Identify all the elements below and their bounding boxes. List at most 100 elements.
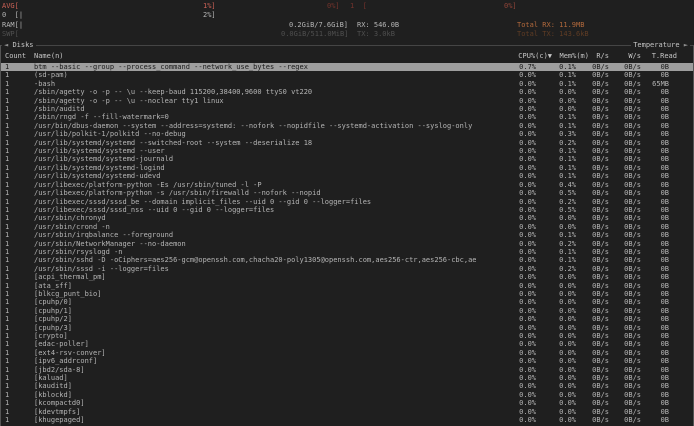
process-row[interactable]: 1/usr/lib/systemd/systemd --user0.0%0.1%… (1, 147, 693, 155)
process-row[interactable]: 1/usr/sbin/NetworkManager --no-daemon0.0… (1, 240, 693, 248)
process-mem: 0.1% (536, 71, 576, 79)
process-count: 1 (3, 231, 34, 239)
process-row[interactable]: 1/usr/bin/dbus-daemon --system --address… (1, 122, 693, 130)
process-row[interactable]: 1[khugepaged]0.0%0.0%0B/s0B/s0B (1, 416, 693, 424)
process-row[interactable]: 1/usr/libexec/platform-python -Es /usr/s… (1, 181, 693, 189)
process-row[interactable]: 1/sbin/agetty -o -p -- \u --noclear tty1… (1, 97, 693, 105)
process-row[interactable]: 1/sbin/agetty -o -p -- \u --keep-baud 11… (1, 88, 693, 96)
process-count: 1 (3, 198, 34, 206)
carousel-prev-disks[interactable]: ◄ Disks (2, 41, 36, 50)
process-row[interactable]: 1(sd-pam)0.0%0.1%0B/s0B/s0B (1, 71, 693, 79)
column-header-write-rate[interactable]: W/s (609, 52, 641, 61)
process-row[interactable]: 1[cpuhp/3]0.0%0.0%0B/s0B/s0B (1, 324, 693, 332)
process-row[interactable]: 1[cpuhp/1]0.0%0.0%0B/s0B/s0B (1, 307, 693, 315)
process-total-read: 0B (641, 147, 669, 155)
process-read-rate: 0B/s (576, 240, 609, 248)
process-row[interactable]: 1[cpuhp/0]0.0%0.0%0B/s0B/s0B (1, 298, 693, 306)
process-cpu: 0.0% (476, 357, 536, 365)
network-total-tx: Total TX: 143.6kB (517, 30, 589, 38)
column-header-total-read[interactable]: T.Read (641, 52, 677, 61)
process-cpu: 0.0% (476, 105, 536, 113)
process-name: -bash (34, 80, 476, 88)
process-row[interactable]: 1[kcompactd0]0.0%0.0%0B/s0B/s0B (1, 399, 693, 407)
process-mem: 0.0% (536, 332, 576, 340)
process-name: [ipv6_addrconf] (34, 357, 476, 365)
process-row[interactable]: 1[ipv6_addrconf]0.0%0.0%0B/s0B/s0B (1, 357, 693, 365)
process-name: /usr/sbin/sshd -D -oCiphers=aes256-gcm@o… (34, 256, 476, 264)
process-row[interactable]: 1[kaluad]0.0%0.0%0B/s0B/s0B (1, 374, 693, 382)
process-cpu: 0.0% (476, 315, 536, 323)
process-name: [kdevtmpfs] (34, 408, 476, 416)
process-count: 1 (3, 97, 34, 105)
process-row[interactable]: 1/usr/sbin/irqbalance --foreground0.0%0.… (1, 231, 693, 239)
process-read-rate: 0B/s (576, 340, 609, 348)
process-row[interactable]: 1/usr/lib/systemd/systemd-udevd0.0%0.1%0… (1, 172, 693, 180)
process-mem: 0.0% (536, 399, 576, 407)
process-row[interactable]: 1/sbin/rngd -f --fill-watermark=00.0%0.1… (1, 113, 693, 121)
process-row[interactable]: 1/usr/libexec/sssd/sssd_nss --uid 0 --gi… (1, 206, 693, 214)
process-write-rate: 0B/s (609, 416, 641, 424)
process-row[interactable]: 1btm --basic --group --process_command -… (1, 63, 693, 71)
process-row[interactable]: 1[kdevtmpfs]0.0%0.0%0B/s0B/s0B (1, 408, 693, 416)
process-total-read: 0B (641, 206, 669, 214)
process-row[interactable]: 1/usr/sbin/sshd -D -oCiphers=aes256-gcm@… (1, 256, 693, 264)
process-read-rate: 0B/s (576, 63, 609, 71)
process-row[interactable]: 1[kblockd]0.0%0.0%0B/s0B/s0B (1, 391, 693, 399)
process-total-read: 0B (641, 164, 669, 172)
process-name: [blkcg_punt_bio] (34, 290, 476, 298)
process-row[interactable]: 1/usr/sbin/chronyd0.0%0.0%0B/s0B/s0B (1, 214, 693, 222)
process-total-read: 0B (641, 265, 669, 273)
process-row[interactable]: 1[kauditd]0.0%0.0%0B/s0B/s0B (1, 382, 693, 390)
process-name: /usr/lib/systemd/systemd --user (34, 147, 476, 155)
process-row[interactable]: 1/usr/lib/systemd/systemd-journald0.0%0.… (1, 155, 693, 163)
process-row[interactable]: 1[cpuhp/2]0.0%0.0%0B/s0B/s0B (1, 315, 693, 323)
process-mem: 0.1% (536, 248, 576, 256)
column-header-read-rate[interactable]: R/s (576, 52, 609, 61)
process-read-rate: 0B/s (576, 223, 609, 231)
process-write-rate: 0B/s (609, 147, 641, 155)
process-row[interactable]: 1/sbin/auditd0.0%0.0%0B/s0B/s0B (1, 105, 693, 113)
column-header-count[interactable]: Count (3, 52, 34, 61)
process-row[interactable]: 1/usr/sbin/sssd -i --logger=files0.0%0.2… (1, 265, 693, 273)
process-row[interactable]: 1[crypto]0.0%0.0%0B/s0B/s0B (1, 332, 693, 340)
process-row[interactable]: 1[ext4-rsv-conver]0.0%0.0%0B/s0B/s0B (1, 349, 693, 357)
process-mem: 0.0% (536, 290, 576, 298)
process-row[interactable]: 1/usr/libexec/sssd/sssd_be --domain impl… (1, 198, 693, 206)
process-row[interactable]: 1/usr/lib/systemd/systemd --switched-roo… (1, 139, 693, 147)
process-row[interactable]: 1/usr/lib/polkit-1/polkitd --no-debug0.0… (1, 130, 693, 138)
process-count: 1 (3, 214, 34, 222)
process-row[interactable]: 1[ata_sff]0.0%0.0%0B/s0B/s0B (1, 282, 693, 290)
process-name: /usr/lib/systemd/systemd --switched-root… (34, 139, 476, 147)
process-count: 1 (3, 324, 34, 332)
process-mem: 0.0% (536, 366, 576, 374)
process-cpu: 0.0% (476, 71, 536, 79)
process-read-rate: 0B/s (576, 147, 609, 155)
process-cpu: 0.0% (476, 273, 536, 281)
process-write-rate: 0B/s (609, 366, 641, 374)
process-write-rate: 0B/s (609, 214, 641, 222)
process-row[interactable]: 1[acpi_thermal_pm]0.0%0.0%0B/s0B/s0B (1, 273, 693, 281)
carousel-next-temperature[interactable]: Temperature ► (631, 41, 690, 50)
process-read-rate: 0B/s (576, 374, 609, 382)
process-count: 1 (3, 391, 34, 399)
process-write-rate: 0B/s (609, 332, 641, 340)
process-count: 1 (3, 206, 34, 214)
process-write-rate: 0B/s (609, 88, 641, 96)
process-mem: 0.3% (536, 130, 576, 138)
column-header-name[interactable]: Name(n) (34, 52, 476, 61)
process-name: /usr/sbin/NetworkManager --no-daemon (34, 240, 476, 248)
process-count: 1 (3, 88, 34, 96)
process-name: [acpi_thermal_pm] (34, 273, 476, 281)
process-row[interactable]: 1[blkcg_punt_bio]0.0%0.0%0B/s0B/s0B (1, 290, 693, 298)
process-row[interactable]: 1-bash0.0%0.1%0B/s0B/s65MB (1, 80, 693, 88)
process-row[interactable]: 1/usr/lib/systemd/systemd-logind0.0%0.1%… (1, 164, 693, 172)
carousel-next-label: Temperature (633, 41, 679, 49)
process-cpu: 0.0% (476, 206, 536, 214)
process-row[interactable]: 1/usr/libexec/platform-python -s /usr/sb… (1, 189, 693, 197)
process-row[interactable]: 1/usr/sbin/rsyslogd -n0.0%0.1%0B/s0B/s0B (1, 248, 693, 256)
process-mem: 0.0% (536, 349, 576, 357)
process-row[interactable]: 1/usr/sbin/crond -n0.0%0.0%0B/s0B/s0B (1, 223, 693, 231)
process-row[interactable]: 1[edac-poller]0.0%0.0%0B/s0B/s0B (1, 340, 693, 348)
process-count: 1 (3, 181, 34, 189)
process-row[interactable]: 1[jbd2/sda-8]0.0%0.0%0B/s0B/s0B (1, 366, 693, 374)
